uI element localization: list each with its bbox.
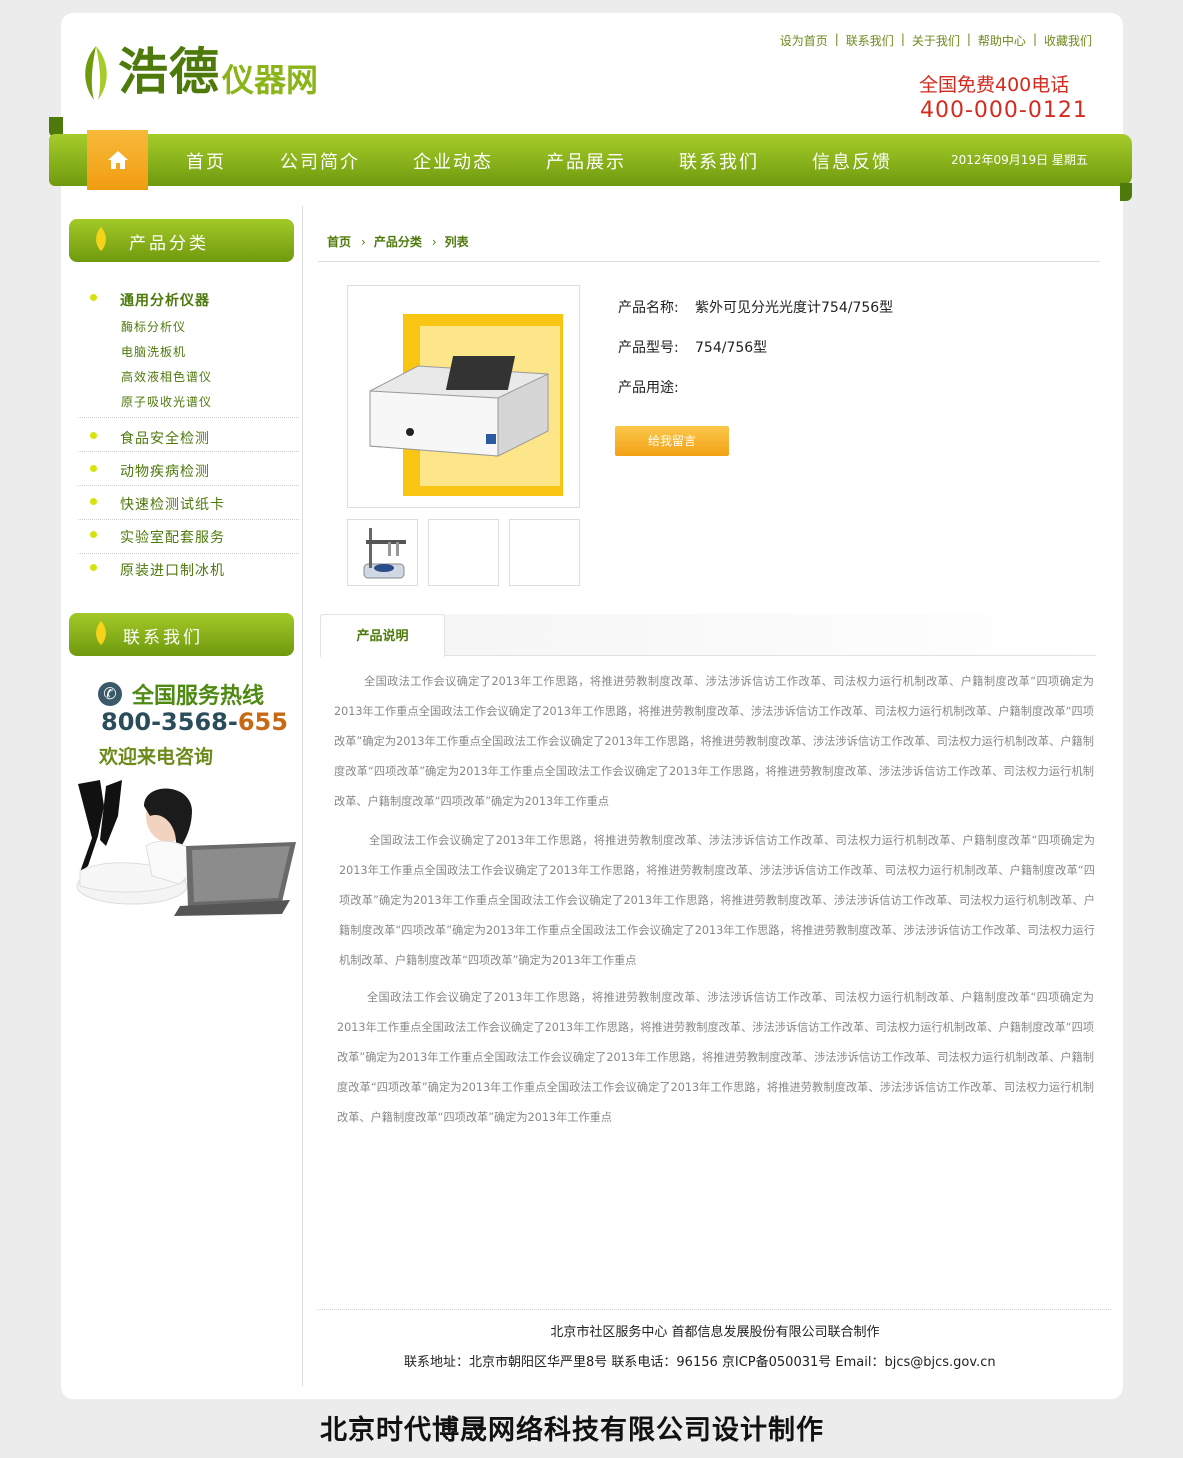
tab-product-description[interactable]: 产品说明 (320, 614, 445, 657)
contact-heading-title: 联系我们 (123, 628, 203, 648)
service-hotline-title: 全国服务热线 (132, 684, 265, 709)
product-thumbnail[interactable] (509, 519, 580, 586)
top-link-favorite[interactable]: 收藏我们 (1044, 32, 1092, 49)
product-model-value: 754/756型 (695, 340, 768, 356)
product-model-label: 产品型号: (618, 340, 679, 356)
nav-item-home[interactable]: 首页 (186, 148, 226, 174)
product-usage-label: 产品用途: (618, 380, 679, 396)
chevron-right-icon: › (431, 234, 437, 249)
breadcrumb-current: 列表 (444, 235, 469, 249)
leaf-icon (96, 621, 106, 645)
thumbnail-image (363, 528, 406, 579)
footer-divider (318, 1309, 1111, 1310)
product-image (369, 314, 563, 496)
breadcrumb-category[interactable]: 产品分类 (374, 233, 422, 250)
category-heading: 产品分类 (69, 219, 294, 262)
product-image-frame[interactable] (347, 285, 580, 508)
breadcrumb-home[interactable]: 首页 (327, 233, 351, 250)
customer-service-illustration (76, 780, 296, 916)
category-item-lab-services[interactable]: 实验室配套服务 (120, 527, 225, 547)
divider (78, 451, 299, 452)
product-thumbnail[interactable] (428, 519, 499, 586)
nav-item-feedback[interactable]: 信息反馈 (812, 148, 892, 174)
description-paragraph: 全国政法工作会议确定了2013年工作思路，将推进劳教制度改革、涉法涉诉信访工作改… (337, 991, 1094, 1124)
top-links: 设为首页 | 联系我们 | 关于我们 | 帮助中心 | 收藏我们 (779, 32, 1092, 49)
category-item-general[interactable]: 通用分析仪器 (120, 290, 210, 310)
top-link-set-home[interactable]: 设为首页 (780, 32, 828, 49)
nav-item-news[interactable]: 企业动态 (413, 148, 493, 174)
column-divider (302, 206, 303, 1386)
phone-icon: ✆ (98, 682, 122, 706)
category-item-food-safety[interactable]: 食品安全检测 (120, 428, 210, 448)
bullet-dot (90, 294, 97, 301)
top-link-help[interactable]: 帮助中心 (978, 32, 1026, 49)
service-number-part-b: 655 (237, 708, 288, 736)
top-link-about[interactable]: 关于我们 (912, 32, 960, 49)
nav-item-contact[interactable]: 联系我们 (679, 148, 759, 174)
bullet-dot (90, 564, 97, 571)
design-credit: 北京时代博晟网络科技有限公司设计制作 (320, 1415, 824, 1446)
category-item-test-strips[interactable]: 快速检测试纸卡 (120, 494, 225, 514)
hotline-title: 全国免费400电话 (919, 74, 1070, 96)
contact-heading: 联系我们 (69, 613, 294, 656)
bullet-dot (90, 432, 97, 439)
description-paragraph: 全国政法工作会议确定了2013年工作思路，将推进劳教制度改革、涉法涉诉信访工作改… (339, 834, 1095, 967)
product-name-value: 紫外可见分光光度计754/756型 (695, 300, 894, 316)
nav-ribbon-fold-right (1120, 183, 1132, 201)
bullet-dot (90, 531, 97, 538)
divider (78, 417, 299, 418)
home-icon (107, 151, 128, 169)
nav-home-button[interactable] (87, 130, 148, 190)
logo-sub-text: 仪器网 (222, 61, 319, 99)
nav-item-about[interactable]: 公司简介 (280, 148, 360, 174)
chevron-right-icon: › (361, 234, 366, 249)
category-heading-title: 产品分类 (129, 234, 209, 254)
leave-message-button[interactable]: 给我留言 (615, 426, 729, 456)
product-name-label: 产品名称: (618, 300, 679, 316)
divider (78, 553, 299, 554)
nav-item-products[interactable]: 产品展示 (546, 148, 626, 174)
bullet-dot (90, 498, 97, 505)
divider (78, 485, 299, 486)
footer-line-2: 联系地址：北京市朝阳区华严里8号 联系电话：96156 京ICP备050031号… (404, 1355, 996, 1370)
breadcrumb: 首页 › 产品分类 › 列表 (327, 233, 469, 250)
leaf-logo-icon (85, 46, 107, 100)
subcategory-item[interactable]: 酶标分析仪 (121, 318, 186, 335)
product-thumbnail[interactable] (347, 519, 418, 586)
footer-line-1: 北京市社区服务中心 首都信息发展股份有限公司联合制作 (330, 1321, 1100, 1340)
leaf-icon (96, 227, 106, 251)
nav-date: 2012年09月19日 星期五 (951, 153, 1088, 167)
top-link-contact[interactable]: 联系我们 (846, 32, 894, 49)
service-hotline-subtitle: 欢迎来电咨询 (99, 746, 214, 768)
subcategory-item[interactable]: 原子吸收光谱仪 (121, 393, 212, 410)
description-paragraph: 全国政法工作会议确定了2013年工作思路，将推进劳教制度改革、涉法涉诉信访工作改… (334, 675, 1094, 808)
breadcrumb-divider (318, 261, 1100, 262)
subcategory-item[interactable]: 高效液相色谱仪 (121, 368, 212, 385)
subcategory-item[interactable]: 电脑洗板机 (121, 343, 186, 360)
category-item-animal-disease[interactable]: 动物疾病检测 (120, 461, 210, 481)
service-number-part-a: 800-3568- (101, 708, 238, 736)
site-logo[interactable]: 浩德 仪器网 (80, 42, 318, 102)
divider (78, 519, 299, 520)
logo-main-text: 浩德 (118, 43, 220, 101)
category-item-ice-makers[interactable]: 原装进口制冰机 (120, 560, 225, 580)
hotline-number: 400-000-0121 (920, 98, 1088, 123)
bullet-dot (90, 465, 97, 472)
service-hotline-number: 800-3568-655 (101, 708, 288, 736)
footer-credits: 北京市社区服务中心 首都信息发展股份有限公司联合制作 (550, 1325, 880, 1340)
